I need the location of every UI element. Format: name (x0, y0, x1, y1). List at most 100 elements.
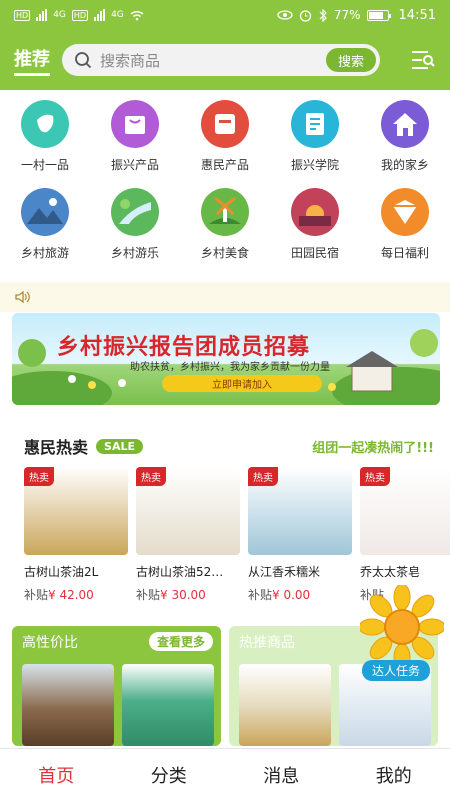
product-image: 热卖 (136, 467, 240, 555)
product-card[interactable]: 热卖古树山茶油52… 补贴¥ 30.00 (136, 467, 240, 607)
filter-menu-icon[interactable] (410, 48, 436, 72)
network-label-2: 4G (111, 10, 124, 20)
category-circle (381, 100, 429, 148)
category-item[interactable]: 每日福利 (360, 188, 450, 276)
product-thumb[interactable] (22, 664, 114, 746)
network-label: 4G (53, 10, 66, 20)
hot-push-title: 热推商品 (239, 635, 295, 651)
category-item[interactable]: 我的家乡 (360, 100, 450, 188)
status-bar: HD 4G HD 4G 77% 14:51 (0, 0, 450, 30)
mountain-icon (27, 198, 63, 224)
top-header: 推荐 搜索商品 搜索 (0, 30, 450, 90)
tab-item[interactable]: 分类 (113, 749, 226, 800)
category-label: 每日福利 (380, 246, 429, 260)
category-circle (111, 188, 159, 236)
recruit-banner[interactable]: 乡村振兴报告团成员招募 助农扶贫，乡村振兴，我为家乡贡献一份力量 立即申请加入 (12, 313, 440, 405)
hd-badge: HD (14, 9, 31, 21)
group-buy-slogan[interactable]: 组团一起凑热闹了!!! (312, 437, 434, 456)
product-name: 古树山茶油2L (24, 565, 99, 579)
clock: 14:51 (398, 7, 436, 23)
alarm-icon (299, 9, 312, 22)
price-label: 补贴 (24, 588, 49, 602)
banner-subtitle: 助农扶贫，乡村振兴，我为家乡贡献一份力量 (130, 362, 330, 373)
category-label: 乡村美食 (200, 246, 249, 260)
category-circle (291, 100, 339, 148)
bluetooth-icon (319, 8, 327, 22)
category-circle (201, 100, 249, 148)
windmill-icon (209, 196, 241, 224)
expert-task-button[interactable]: 达人任务 (362, 660, 431, 681)
hot-tag: 热卖 (24, 467, 54, 486)
road-icon (119, 199, 151, 224)
hot-sale-title: 惠民热卖 (24, 438, 89, 457)
category-label: 一村一品 (20, 158, 69, 172)
hot-tag: 热卖 (360, 467, 390, 486)
product-image: 热卖 (360, 467, 450, 555)
tab-item[interactable]: 消息 (225, 749, 338, 800)
category-circle (381, 188, 429, 236)
category-label: 我的家乡 (380, 158, 429, 172)
category-label: 田园民宿 (290, 246, 339, 260)
product-card[interactable]: 热卖古树山茶油2L 补贴¥ 42.00 (24, 467, 128, 607)
tab-recommend[interactable]: 推荐 (14, 45, 50, 76)
product-price: 补贴¥ 42.00 (24, 586, 128, 603)
category-item[interactable]: 乡村旅游 (0, 188, 90, 276)
product-thumb[interactable] (122, 664, 214, 746)
hot-tag: 热卖 (136, 467, 166, 486)
bag-icon (125, 116, 145, 134)
search-icon (75, 52, 92, 69)
product-name: 从江香禾糯米 (248, 565, 321, 579)
category-circle (21, 100, 69, 148)
notice-bar[interactable] (0, 282, 450, 312)
tab-item[interactable]: 我的 (338, 749, 450, 800)
wifi-icon (130, 10, 144, 21)
price-value: ¥ 0.00 (272, 588, 311, 602)
value-panel-title: 高性价比 (22, 635, 78, 651)
signal-icon (36, 9, 48, 21)
price-value: ¥ 42.00 (48, 588, 94, 602)
category-label: 振兴学院 (290, 158, 339, 172)
product-thumb[interactable] (239, 664, 331, 746)
category-item[interactable]: 田园民宿 (270, 188, 360, 276)
sale-badge: SALE (96, 438, 143, 454)
sunflower-icon[interactable] (360, 585, 444, 669)
category-item[interactable]: 振兴产品 (90, 100, 180, 188)
product-name: 古树山茶油52… (136, 565, 224, 579)
apply-button[interactable]: 立即申请加入 (162, 375, 322, 392)
value-panel[interactable]: 高性价比 查看更多 (12, 626, 221, 746)
product-card[interactable]: 热卖 从江香禾糯米 补贴¥ 0.00 (248, 467, 352, 607)
category-circle (21, 188, 69, 236)
gift-icon (393, 200, 417, 224)
category-item[interactable]: 一村一品 (0, 100, 90, 188)
home-icon (393, 113, 417, 136)
bottom-tab-bar: 首页 分类 消息 我的 (0, 748, 450, 800)
price-value: ¥ 30.00 (160, 588, 206, 602)
search-input[interactable]: 搜索商品 (100, 50, 326, 71)
category-item[interactable]: 惠民产品 (180, 100, 270, 188)
product-image: 热卖 (24, 467, 128, 555)
search-button[interactable]: 搜索 (326, 48, 376, 72)
tab-item[interactable]: 首页 (0, 749, 113, 800)
see-more-button[interactable]: 查看更多 (148, 632, 213, 651)
hot-sale-header: 惠民热卖 SALE 组团一起凑热闹了!!! (24, 434, 434, 458)
vegetable-icon (35, 114, 54, 133)
signal-icon-2 (94, 9, 106, 21)
category-item[interactable]: 乡村美食 (180, 188, 270, 276)
sunset-icon (299, 205, 331, 226)
category-label: 振兴产品 (110, 158, 159, 172)
product-name: 乔太太茶皂 (360, 565, 421, 579)
banner-title: 乡村振兴报告团成员招募 (57, 335, 311, 360)
category-item[interactable]: 振兴学院 (270, 100, 360, 188)
category-label: 乡村旅游 (20, 246, 69, 260)
hot-tag: 热卖 (248, 467, 278, 486)
category-circle (201, 188, 249, 236)
speaker-icon (15, 290, 30, 304)
price-label: 补贴 (136, 588, 161, 602)
category-circle (111, 100, 159, 148)
price-label: 补贴 (248, 588, 273, 602)
product-image: 热卖 (248, 467, 352, 555)
category-circle (291, 188, 339, 236)
product-price: 补贴¥ 0.00 (248, 586, 352, 603)
search-bar[interactable]: 搜索商品 搜索 (62, 44, 380, 76)
category-item[interactable]: 乡村游乐 (90, 188, 180, 276)
